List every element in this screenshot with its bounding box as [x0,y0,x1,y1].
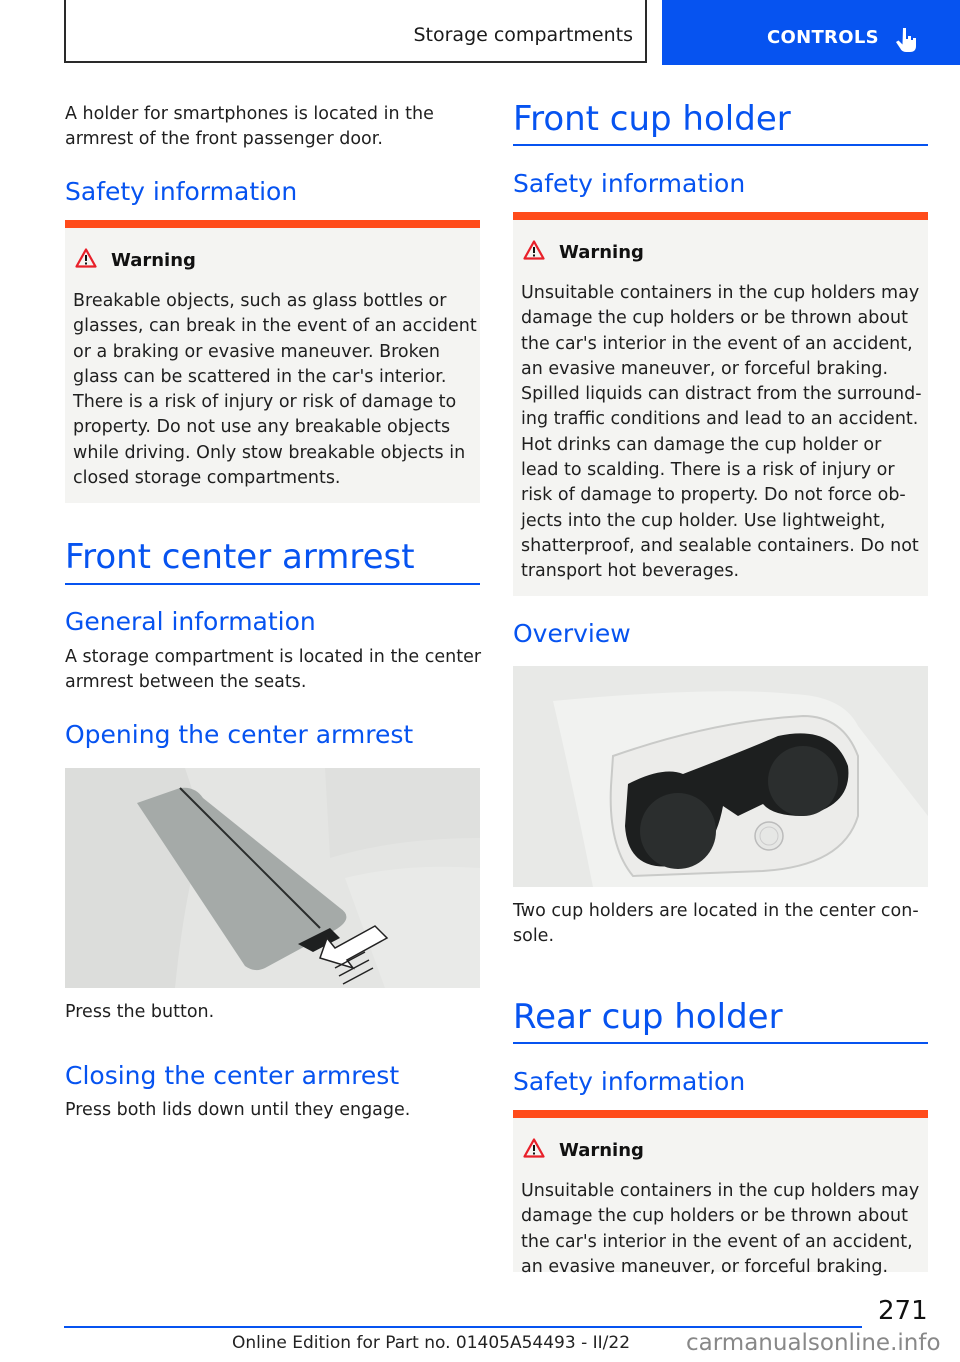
page-number: 271 [878,1296,928,1326]
warning-line: property. Do not use any breakable objec… [73,417,451,438]
warning-line: transport hot beverages. [521,561,740,582]
warning-line: closed storage compartments. [73,468,341,489]
text-line: armrest between the seats. [65,672,307,692]
armrest-drawing [65,768,480,988]
warning-triangle-icon [523,1138,545,1158]
armrest-heading: Front center armrest [65,537,415,577]
opening-caption: Press the button. [65,1002,215,1022]
general-info-text: A storage compartment is located in the … [65,645,481,695]
cup-holder-drawing [513,666,928,887]
overview-caption: Two cup holders are located in the cente… [513,899,919,949]
right-safety-heading: Safety information [513,169,746,198]
front-cup-holder-rule [513,144,928,146]
left-warning-title: Warning [111,250,196,271]
header-chapter-title: CONTROLS [767,27,879,48]
cup-holder-illustration [513,666,928,887]
warning-line: jects into the cup holder. Use lightweig… [521,510,886,531]
warning-triangle-icon [75,248,97,268]
text-line: sole. [513,926,555,946]
armrest-illustration [65,768,480,988]
footer-edition: Online Edition for Part no. 01405A54493 … [232,1333,631,1353]
warning-line: Hot drinks can damage the cup holder or [521,434,882,455]
warning-line: or a braking or evasive maneuver. Broken [73,341,440,362]
armrest-heading-rule [65,583,480,585]
text-line: Two cup holders are located in the cente… [513,901,919,921]
warning-line: Unsuitable containers in the cup holders… [521,1181,920,1201]
warning-line: glasses, can break in the event of an ac… [73,316,477,337]
left-warning-text: Breakable objects, such as glass bottles… [73,289,477,491]
warning-line: lead to scalding. There is a risk of inj… [521,460,895,481]
warning-line: ing traffic conditions and lead to an ac… [521,409,919,430]
front-cup-warning-box: Warning Unsuitable containers in the cup… [513,212,928,596]
warning-line: risk of damage to property. Do not force… [521,485,906,506]
warning-line: There is a risk of injury or risk of dam… [73,392,457,413]
warning-line: Breakable objects, such as glass bottles… [73,291,447,311]
left-safety-heading: Safety information [65,177,298,206]
overview-heading: Overview [513,619,631,648]
hand-pointer-icon [896,28,916,52]
warning-line: damage the cup holders or be thrown abou… [521,308,908,329]
warning-triangle-icon [523,240,545,260]
warning-line: shatterproof, and sealable containers. D… [521,535,919,556]
watermark: carmanualsonline.info [686,1330,941,1356]
rear-safety-heading: Safety information [513,1067,746,1096]
warning-line: an evasive maneuver, or forceful braking… [521,358,889,379]
warning-line: an evasive maneuver, or forceful braking… [521,1256,889,1277]
warning-line: the car's interior in the event of an ac… [521,1231,913,1252]
left-warning-box: Warning Breakable objects, such as glass… [65,220,480,503]
rear-cup-warning-title: Warning [559,1140,644,1161]
header-chapter-tab[interactable]: CONTROLS [662,0,960,65]
header-section-box: Storage compartments [64,0,647,63]
general-info-heading: General information [65,607,316,636]
closing-heading: Closing the center armrest [65,1061,400,1090]
rear-cup-warning-text: Unsuitable containers in the cup holders… [521,1179,919,1280]
rear-cup-holder-heading: Rear cup holder [513,997,783,1037]
header-section-title: Storage compartments [413,24,633,46]
warning-line: the car's interior in the event of an ac… [521,333,913,354]
front-cup-warning-text: Unsuitable containers in the cup holders… [521,281,922,585]
warning-line: Spilled liquids can distract from the su… [521,384,922,405]
footer-rule [64,1326,862,1328]
front-cup-holder-heading: Front cup holder [513,99,791,139]
warning-line: Unsuitable containers in the cup holders… [521,283,920,303]
intro-paragraph: A holder for smartphones is located in t… [65,104,434,149]
warning-line: damage the cup holders or be thrown abou… [521,1206,908,1227]
front-cup-warning-title: Warning [559,242,644,263]
opening-heading: Opening the center armrest [65,720,414,749]
rear-cup-holder-rule [513,1042,928,1044]
warning-line: while driving. Only stow breakable objec… [73,442,466,463]
closing-text: Press both lids down until they engage. [65,1100,411,1120]
warning-line: glass can be scattered in the car's inte… [73,366,447,387]
rear-cup-warning-box: Warning Unsuitable containers in the cup… [513,1110,928,1277]
text-line: A storage compartment is located in the … [65,647,482,667]
